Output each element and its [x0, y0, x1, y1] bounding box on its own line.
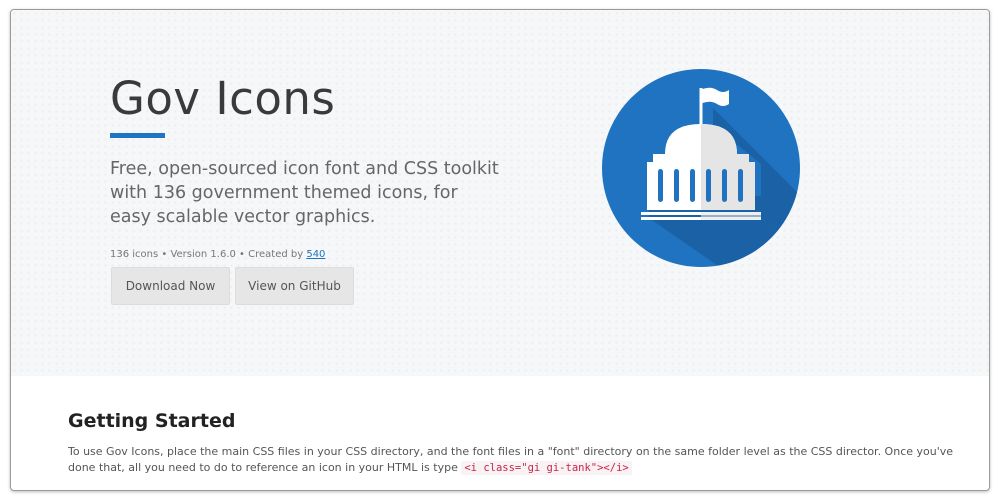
code-snippet: <i class="gi gi-tank"></i>	[461, 461, 632, 475]
getting-started-text: To use Gov Icons, place the main CSS fil…	[68, 444, 968, 476]
title-underline	[110, 133, 165, 138]
base-shade	[701, 212, 761, 220]
entablature-shade	[701, 154, 749, 162]
version-meta: 136 icons • Version 1.6.0 • Created by 5…	[110, 249, 325, 260]
getting-started-heading: Getting Started	[68, 410, 236, 432]
page-title: Gov Icons	[110, 72, 336, 125]
meta-text: 136 icons • Version 1.6.0 • Created by	[110, 249, 307, 260]
creator-link[interactable]: 540	[306, 249, 325, 260]
capitol-building-icon	[602, 69, 800, 267]
hero-description: Free, open-sourced icon font and CSS too…	[110, 159, 499, 227]
hero-section: Gov Icons Free, open-sourced icon font a…	[11, 10, 989, 376]
view-on-github-button[interactable]: View on GitHub	[235, 267, 354, 305]
browser-frame: Gov Icons Free, open-sourced icon font a…	[10, 9, 990, 491]
download-now-button[interactable]: Download Now	[111, 267, 230, 305]
